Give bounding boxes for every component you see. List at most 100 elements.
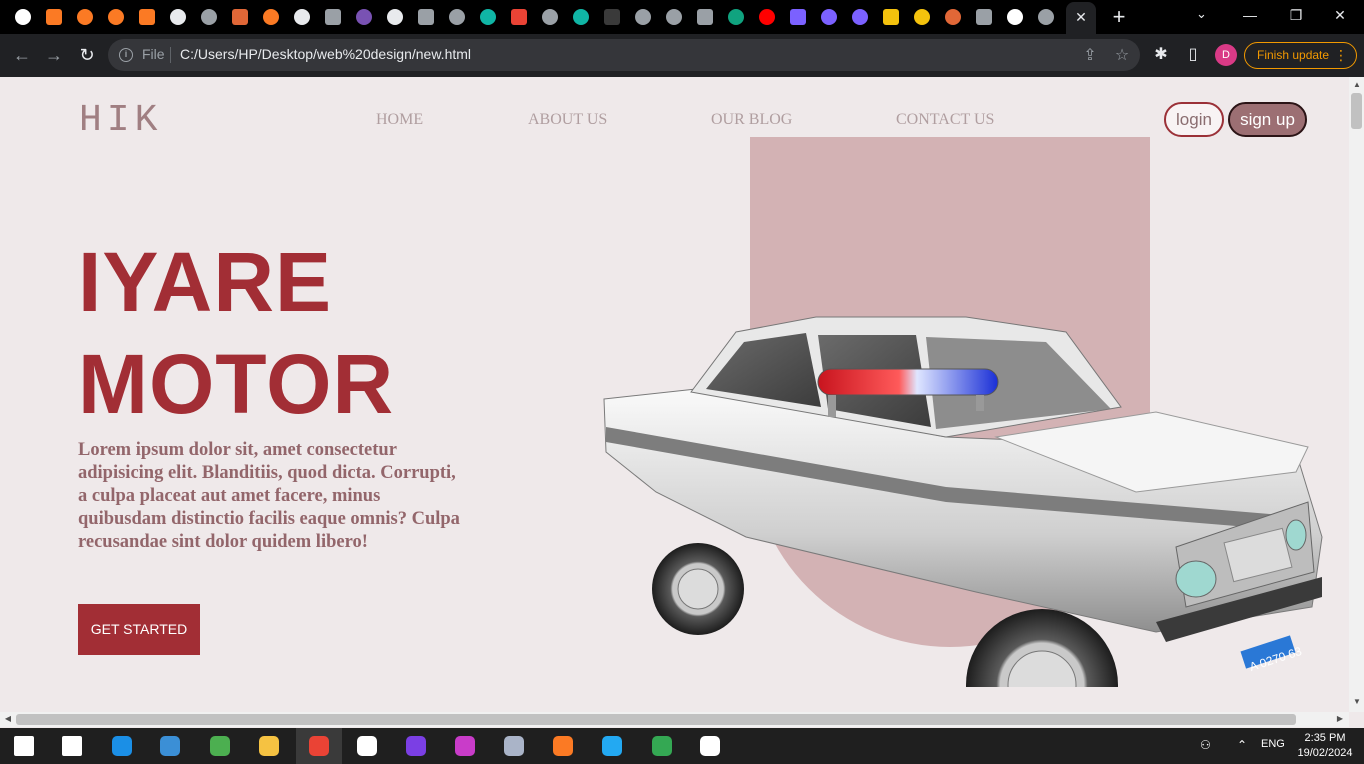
tab-downloads[interactable] bbox=[165, 4, 191, 30]
tab-diamond-2[interactable] bbox=[568, 4, 594, 30]
profile-avatar[interactable]: D bbox=[1215, 44, 1237, 66]
scroll-left-arrow[interactable]: ◀ bbox=[3, 714, 13, 724]
settings-icon[interactable] bbox=[698, 734, 722, 758]
tab-infinity-1[interactable] bbox=[785, 4, 811, 30]
finish-update-button[interactable]: Finish update ⋮ bbox=[1244, 42, 1357, 69]
nav-contact-us[interactable]: CONTACT US bbox=[896, 111, 994, 129]
nav-about-us[interactable]: ABOUT US bbox=[528, 111, 607, 129]
new-tab-icon[interactable]: + bbox=[1108, 4, 1130, 30]
wps-icon[interactable] bbox=[453, 734, 477, 758]
tab-infinity-1-favicon-icon bbox=[790, 9, 806, 25]
tab-globe-3[interactable] bbox=[413, 4, 439, 30]
tab-globe-4[interactable] bbox=[444, 4, 470, 30]
vertical-scrollbar[interactable]: ▲ ▼ bbox=[1349, 77, 1364, 712]
extensions-icon[interactable]: ✱ bbox=[1150, 44, 1172, 64]
url-scheme-label: File bbox=[142, 46, 165, 62]
address-bar[interactable]: i File C:/Users/HP/Desktop/web%20design/… bbox=[108, 39, 1140, 71]
tab-x-favicon-icon bbox=[294, 9, 310, 25]
vscode-icon[interactable] bbox=[600, 734, 624, 758]
tab-clock-2[interactable] bbox=[909, 4, 935, 30]
scroll-down-arrow[interactable]: ▼ bbox=[1352, 697, 1362, 707]
tab-xampp-1[interactable] bbox=[41, 4, 67, 30]
side-panel-icon[interactable]: ▯ bbox=[1182, 44, 1204, 64]
tab-xampp-3[interactable] bbox=[103, 4, 129, 30]
tab-youtube[interactable] bbox=[754, 4, 780, 30]
tab-x[interactable] bbox=[289, 4, 315, 30]
tab-xampp-5[interactable] bbox=[258, 4, 284, 30]
tab-infinity-3[interactable] bbox=[847, 4, 873, 30]
start-icon[interactable] bbox=[12, 734, 36, 758]
signup-button[interactable]: sign up bbox=[1228, 102, 1307, 137]
tab-lens[interactable] bbox=[1002, 4, 1028, 30]
camera-icon[interactable] bbox=[502, 734, 526, 758]
menu-icon[interactable]: ⋮ bbox=[1334, 43, 1348, 68]
bookmark-star-icon[interactable]: ☆ bbox=[1112, 45, 1132, 65]
share-icon[interactable]: ⇪ bbox=[1080, 45, 1100, 65]
tab-globe-5[interactable] bbox=[537, 4, 563, 30]
tab-globe-6[interactable] bbox=[630, 4, 656, 30]
restore-icon[interactable]: ❐ bbox=[1276, 4, 1316, 26]
settings-icon-glyph bbox=[700, 736, 720, 756]
nav-home[interactable]: HOME bbox=[376, 111, 423, 129]
get-started-button[interactable]: GET STARTED bbox=[78, 604, 200, 655]
tab-diamond-1[interactable] bbox=[475, 4, 501, 30]
xampp-icon[interactable] bbox=[551, 734, 575, 758]
tab-globe-10[interactable] bbox=[1033, 4, 1059, 30]
close-window-icon[interactable]: ✕ bbox=[1320, 4, 1360, 26]
chrome-icon-glyph bbox=[309, 736, 329, 756]
tab-clock-1[interactable] bbox=[878, 4, 904, 30]
tab-matlab-1[interactable] bbox=[227, 4, 253, 30]
people-icon[interactable]: ⚇ bbox=[1200, 738, 1211, 752]
close-tab-icon[interactable]: ✕ bbox=[1073, 8, 1089, 26]
site-logo[interactable]: HIK bbox=[79, 99, 162, 142]
chrome-icon[interactable] bbox=[307, 734, 331, 758]
video-editor-icon[interactable] bbox=[404, 734, 428, 758]
tab-globe-4-favicon-icon bbox=[449, 9, 465, 25]
login-button[interactable]: login bbox=[1164, 102, 1224, 137]
reload-icon[interactable]: ↻ bbox=[75, 43, 99, 67]
mail-icon[interactable] bbox=[158, 734, 182, 758]
url-separator bbox=[170, 47, 171, 63]
tab-search-icon[interactable]: ⌄ bbox=[1196, 6, 1207, 22]
scroll-up-arrow[interactable]: ▲ bbox=[1352, 80, 1362, 90]
tab-bootstrap[interactable] bbox=[351, 4, 377, 30]
url-text[interactable]: C:/Users/HP/Desktop/web%20design/new.htm… bbox=[180, 46, 471, 62]
mail-icon-glyph bbox=[160, 736, 180, 756]
tab-globe-8[interactable] bbox=[692, 4, 718, 30]
sublime-icon[interactable] bbox=[208, 734, 232, 758]
store-icon[interactable] bbox=[355, 734, 379, 758]
horizontal-scroll-thumb[interactable] bbox=[16, 714, 1296, 725]
tab-xampp-2[interactable] bbox=[72, 4, 98, 30]
tab-globe-5-favicon-icon bbox=[542, 9, 558, 25]
tab-globe-1[interactable] bbox=[196, 4, 222, 30]
tab-github[interactable] bbox=[599, 4, 625, 30]
tab-gmail[interactable] bbox=[506, 4, 532, 30]
minimize-icon[interactable]: — bbox=[1230, 4, 1270, 26]
chrome-2-icon[interactable] bbox=[650, 734, 674, 758]
tab-globe-9[interactable] bbox=[971, 4, 997, 30]
windows-taskbar: ⚇ ⌃ ENG 2:35 PM 19/02/2024 bbox=[0, 728, 1364, 764]
forward-icon[interactable]: → bbox=[42, 43, 66, 67]
tab-matlab-2[interactable] bbox=[940, 4, 966, 30]
video-editor-icon-glyph bbox=[406, 736, 426, 756]
language-indicator[interactable]: ENG bbox=[1261, 738, 1285, 750]
tab-globe-7[interactable] bbox=[661, 4, 687, 30]
scroll-right-arrow[interactable]: ▶ bbox=[1335, 714, 1345, 724]
chevron-up-icon[interactable]: ⌃ bbox=[1237, 738, 1247, 752]
site-info-icon[interactable]: i bbox=[119, 48, 133, 62]
tab-chatgpt[interactable] bbox=[723, 4, 749, 30]
file-explorer-icon[interactable] bbox=[257, 734, 281, 758]
horizontal-scrollbar[interactable]: ◀ ▶ bbox=[0, 712, 1349, 727]
edge-icon[interactable] bbox=[110, 734, 134, 758]
system-clock[interactable]: 2:35 PM 19/02/2024 bbox=[1290, 731, 1360, 761]
tab-xampp-4[interactable] bbox=[134, 4, 160, 30]
tab-infinity-2[interactable] bbox=[816, 4, 842, 30]
tab-xampp-1-favicon-icon bbox=[46, 9, 62, 25]
tab-globe-2[interactable] bbox=[320, 4, 346, 30]
back-icon[interactable]: ← bbox=[10, 43, 34, 67]
tab-history[interactable] bbox=[382, 4, 408, 30]
vertical-scroll-thumb[interactable] bbox=[1351, 93, 1362, 129]
nav-our-blog[interactable]: OUR BLOG bbox=[711, 111, 792, 129]
tab-chrome[interactable] bbox=[10, 4, 36, 30]
task-view-icon[interactable] bbox=[60, 734, 84, 758]
